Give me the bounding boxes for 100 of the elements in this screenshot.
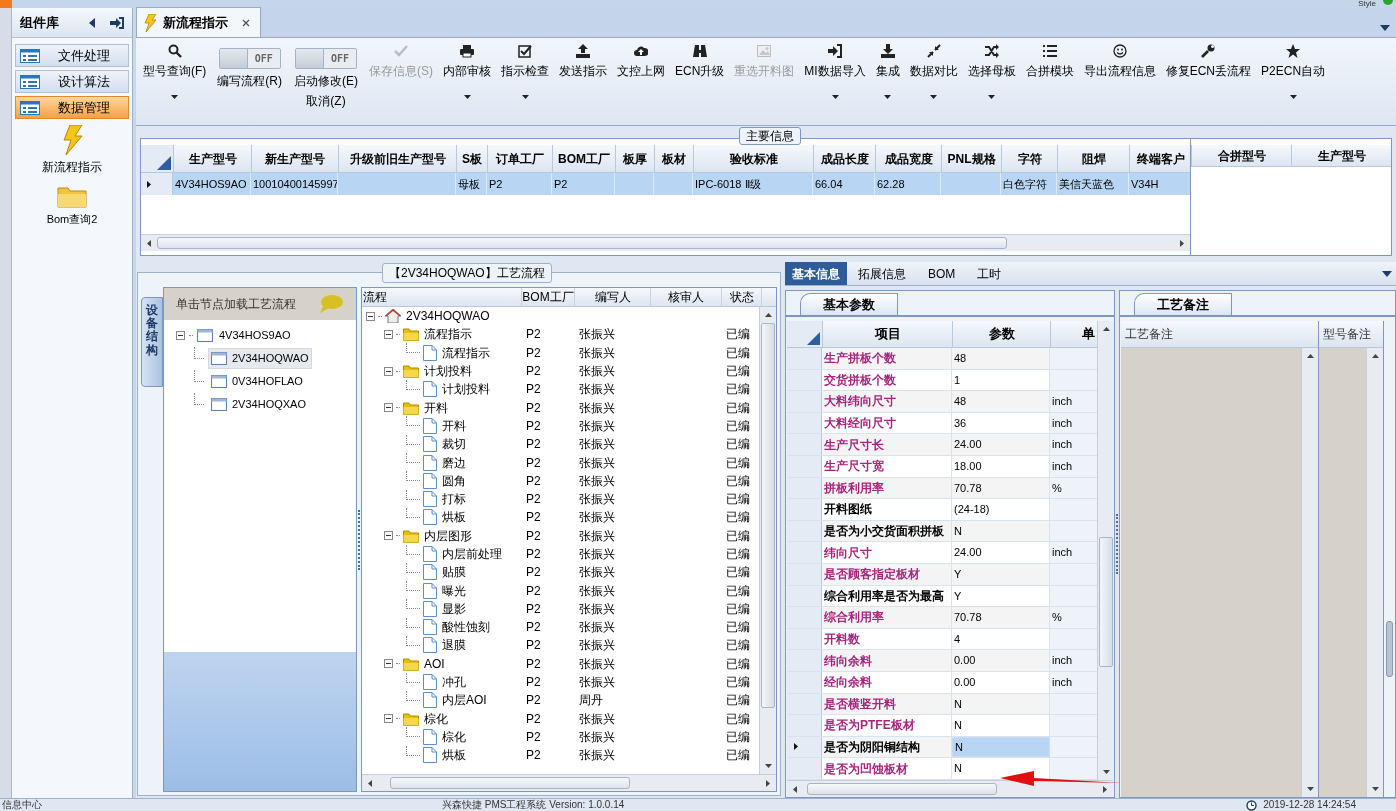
table-row[interactable]: 纬向余料 0.00 inch — [787, 650, 1097, 672]
toggle-switch[interactable]: OFF — [218, 48, 281, 69]
column-header[interactable]: 字符 — [1001, 145, 1057, 172]
column-header[interactable]: S板 — [456, 145, 487, 172]
table-row[interactable]: 交货拼板个数 1 — [787, 369, 1097, 392]
toggle-switch[interactable]: OFF — [295, 48, 357, 69]
scrollbar-thumb[interactable] — [807, 783, 997, 795]
column-header[interactable]: 工艺备注 — [1121, 321, 1318, 348]
toolbar-button[interactable]: 指示检查 — [496, 38, 554, 118]
tree-item[interactable]: 打标 — [442, 490, 466, 509]
tree-item[interactable]: 烘板 — [442, 746, 466, 765]
vertical-scrollbar[interactable] — [1366, 348, 1383, 797]
tree-item[interactable]: 贴膜 — [442, 563, 466, 582]
toolbar-button[interactable]: 发送指示 — [554, 38, 612, 118]
column-header[interactable]: 生产型号 — [173, 145, 251, 172]
tree-item[interactable]: 曝光 — [442, 581, 466, 600]
tree-item[interactable]: 冲孔 — [442, 673, 466, 692]
tree-item[interactable]: 流程指示 — [442, 343, 490, 362]
column-header[interactable]: BOM工厂 — [522, 288, 575, 306]
table-row[interactable]: 大料经向尺寸 36 inch — [787, 412, 1097, 435]
column-header[interactable]: BOM工厂 — [552, 145, 615, 172]
table-row[interactable]: 生产拼板个数 48 — [787, 348, 1097, 370]
table-row[interactable]: 生产尺寸宽 18.00 inch — [787, 455, 1097, 478]
column-header[interactable]: 项目 — [822, 321, 952, 347]
horizontal-scrollbar[interactable] — [141, 234, 1190, 251]
tree-item[interactable]: 2V34HOQWAO — [406, 307, 490, 326]
column-header[interactable]: 成品长度 — [813, 145, 875, 172]
toolbar-button[interactable]: MI数据导入 — [799, 38, 871, 118]
table-row[interactable]: 开料数 4 — [787, 628, 1097, 651]
table-row[interactable]: 是否为凹蚀板材 N — [787, 758, 1097, 780]
tree-item[interactable]: 酸性蚀刻 — [442, 618, 490, 637]
tree-item[interactable]: AOI — [424, 654, 445, 673]
tree-item[interactable]: 裁切 — [442, 435, 466, 454]
panel-tab[interactable]: 工艺备注 — [1134, 293, 1232, 315]
toolbar-button[interactable]: 文控上网 — [612, 38, 670, 118]
table-row[interactable]: 经向余料 0.00 inch — [787, 671, 1097, 694]
toolbar-button[interactable]: 合拼模块 — [1020, 38, 1079, 118]
text-area[interactable] — [1319, 348, 1383, 797]
style-menu[interactable]: Style — [1358, 0, 1376, 8]
tree-item[interactable]: 棕化 — [424, 709, 448, 728]
column-header[interactable]: 单 — [1050, 321, 1097, 347]
tab[interactable]: BOM — [921, 262, 963, 285]
table-row[interactable]: 开料图纸 (24-18) — [787, 499, 1097, 521]
tree-item[interactable]: 烘板 — [442, 508, 466, 527]
tree-item[interactable]: 内层AOI — [442, 691, 487, 710]
column-header[interactable]: 板材 — [654, 145, 693, 172]
table-row[interactable]: 是否为PTFE板材 N — [787, 715, 1097, 737]
scrollbar-thumb[interactable] — [390, 777, 630, 789]
column-header[interactable]: 验收标准 — [693, 145, 813, 172]
column-header[interactable]: 流程 — [362, 288, 522, 306]
nav-item[interactable]: 数据管理 — [15, 96, 129, 119]
tree-item[interactable]: 2V34HOQWAO — [208, 348, 312, 369]
scrollbar-thumb[interactable] — [1386, 621, 1393, 677]
shortcut-item[interactable]: 新流程指示 — [42, 125, 102, 176]
tree-item[interactable]: 磨边 — [442, 453, 466, 472]
vertical-scrollbar[interactable] — [1301, 348, 1318, 797]
tab[interactable]: 拓展信息 — [851, 262, 913, 285]
table-row[interactable]: 大料纬向尺寸 48 inch — [787, 391, 1097, 413]
column-header[interactable]: 合拼型号 — [1191, 145, 1291, 166]
tree-item[interactable]: 开料 — [424, 398, 448, 417]
table-row[interactable]: 生产尺寸长 24.00 inch — [787, 434, 1097, 456]
toolbar-button[interactable]: 集成 — [870, 38, 905, 118]
nav-item[interactable]: 文件处理 — [15, 44, 129, 67]
table-row[interactable]: 拼板利用率 70.78 % — [787, 477, 1097, 500]
column-header[interactable]: 型号备注 — [1319, 321, 1383, 348]
table-row[interactable]: 纬向尺寸 24.00 inch — [787, 542, 1097, 564]
tree-item[interactable]: 计划投料 — [442, 380, 490, 399]
tree-item[interactable]: 内层前处理 — [442, 545, 502, 563]
tree-item[interactable]: 流程指示 — [424, 325, 472, 344]
tree-item[interactable]: 4V34HOS9AO — [217, 327, 293, 344]
nav-item[interactable]: 设计算法 — [15, 70, 129, 93]
table-row[interactable]: 是否为阴阳铜结构 N — [787, 736, 1097, 759]
toolbar-button[interactable]: 数据对比 — [904, 38, 963, 118]
column-header[interactable]: 升级前旧生产型号 — [338, 145, 456, 172]
tab[interactable]: 基本信息 — [785, 262, 847, 285]
column-header[interactable]: 成品宽度 — [875, 145, 941, 172]
toolbar-button[interactable]: 内部审核 — [438, 38, 496, 118]
vertical-scrollbar[interactable] — [759, 307, 776, 774]
tree-item[interactable]: 退膜 — [442, 636, 466, 655]
column-header[interactable]: 订单工厂 — [487, 145, 552, 172]
tree-item[interactable]: 2V34HOQXAO — [208, 394, 309, 415]
horizontal-scrollbar[interactable] — [787, 780, 1113, 797]
vertical-scrollbar[interactable] — [1097, 321, 1114, 780]
tree-item[interactable]: 内层图形 — [424, 526, 472, 545]
column-header[interactable]: PNL规格 — [941, 145, 1001, 172]
tree-item[interactable]: 显影 — [442, 599, 466, 618]
tree-item[interactable]: 棕化 — [442, 727, 466, 746]
column-header[interactable]: 终端客户 — [1129, 145, 1190, 172]
toolbar-button[interactable]: 导出流程信息 — [1078, 38, 1161, 118]
tree-item[interactable]: 0V34HOFLAO — [208, 371, 306, 392]
panel-tab[interactable]: 基本参数 — [800, 293, 898, 315]
tab[interactable]: 工时 — [970, 262, 1009, 285]
column-header[interactable]: 编写人 — [575, 288, 651, 306]
scrollbar-thumb[interactable] — [157, 237, 1007, 249]
shortcut-item[interactable]: Bom查询2 — [46, 184, 98, 228]
toolbar-button[interactable]: 选择母板 — [962, 38, 1021, 118]
tree-item[interactable]: 计划投料 — [424, 362, 472, 381]
column-header[interactable]: 阻焊 — [1057, 145, 1129, 172]
document-tab[interactable]: 新流程指示 — [136, 7, 261, 37]
table-row[interactable]: 是否为小交货面积拼板 N — [787, 520, 1097, 543]
